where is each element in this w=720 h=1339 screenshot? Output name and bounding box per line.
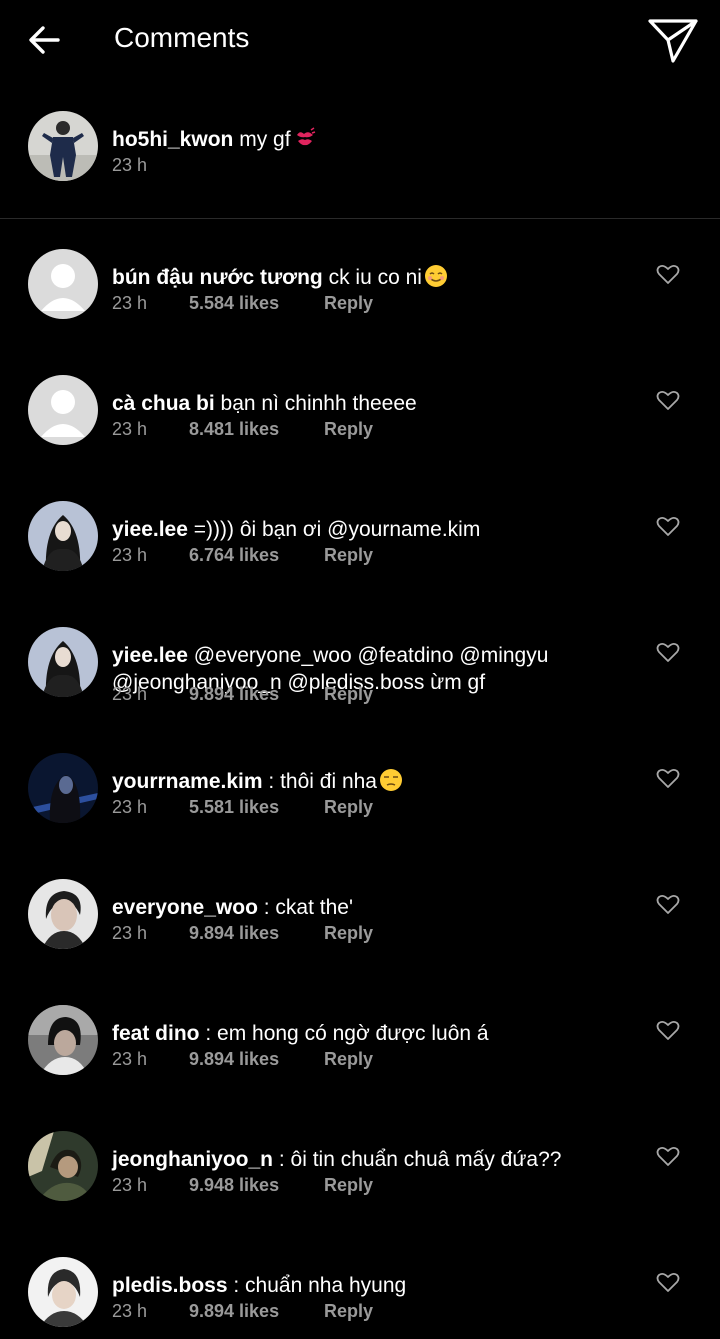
avatar[interactable] <box>28 753 98 823</box>
avatar[interactable] <box>28 1257 98 1327</box>
heart-icon[interactable] <box>655 892 681 916</box>
likes-count[interactable]: 6.764 likes <box>189 545 279 566</box>
comment-message: bạn nì chinhh theeee <box>220 392 417 415</box>
comment-text: everyone_woo : ckat the' <box>112 894 632 921</box>
reply-button[interactable]: Reply <box>324 293 373 314</box>
post-caption: ho5hi_kwon my gf 23 h <box>0 100 720 218</box>
heart-icon[interactable] <box>655 1144 681 1168</box>
comment-item: yiee.lee @everyone_woo @featdino @mingyu… <box>0 627 720 747</box>
reply-button[interactable]: Reply <box>324 545 373 566</box>
caption-username[interactable]: ho5hi_kwon <box>112 128 233 151</box>
kiss-mark-icon <box>296 127 315 146</box>
comment-message: =)))) ôi bạn ơi @yourname.kim <box>193 518 481 541</box>
comment-item: bún đậu nước tương ck iu co ni 23 h 5.58… <box>0 249 720 369</box>
comment-item: everyone_woo : ckat the' 23 h 9.894 like… <box>0 879 720 999</box>
avatar[interactable] <box>28 879 98 949</box>
comment-username[interactable]: bún đậu nước tương <box>112 266 323 289</box>
avatar[interactable] <box>28 375 98 445</box>
reply-button[interactable]: Reply <box>324 1049 373 1070</box>
comment-message: : em hong có ngờ được luôn á <box>205 1022 489 1045</box>
likes-count[interactable]: 8.481 likes <box>189 419 279 440</box>
likes-count[interactable]: 9.894 likes <box>189 684 279 705</box>
comment-item: yiee.lee =)))) ôi bạn ơi @yourname.kim 2… <box>0 501 720 621</box>
likes-count[interactable]: 9.894 likes <box>189 923 279 944</box>
reply-button[interactable]: Reply <box>324 684 373 705</box>
comment-time: 23 h <box>112 684 148 704</box>
comment-username[interactable]: jeonghaniyoo_n <box>112 1148 273 1171</box>
divider <box>0 218 720 219</box>
avatar[interactable] <box>28 249 98 319</box>
caption-message: my gf <box>239 128 291 151</box>
comment-username[interactable]: yiee.lee <box>112 518 188 541</box>
reply-button[interactable]: Reply <box>324 1175 373 1196</box>
comment-message: : chuẩn nha hyung <box>233 1274 407 1297</box>
heart-icon[interactable] <box>655 1018 681 1042</box>
unamused-face-icon <box>380 769 402 791</box>
comment-item: feat dino : em hong có ngờ được luôn á 2… <box>0 1005 720 1125</box>
comment-text: jeonghaniyoo_n : ôi tin chuẩn chuâ mấy đ… <box>112 1146 632 1173</box>
comment-username[interactable]: everyone_woo <box>112 896 258 919</box>
comment-item: yourrname.kim : thôi đi nha 23 h 5.581 l… <box>0 753 720 873</box>
reply-button[interactable]: Reply <box>324 923 373 944</box>
likes-count[interactable]: 9.948 likes <box>189 1175 279 1196</box>
comment-time: 23 h <box>112 923 148 943</box>
avatar[interactable] <box>28 111 98 181</box>
comment-username[interactable]: cà chua bi <box>112 392 215 415</box>
comment-time: 23 h <box>112 293 148 313</box>
comment-message: ck iu co ni <box>328 266 422 289</box>
comment-item: jeonghaniyoo_n : ôi tin chuẩn chuâ mấy đ… <box>0 1131 720 1251</box>
comment-time: 23 h <box>112 1049 148 1069</box>
smiling-face-icon <box>424 265 447 287</box>
comment-username[interactable]: feat dino <box>112 1022 200 1045</box>
caption-text: ho5hi_kwon my gf <box>112 126 317 152</box>
comment-message: : ôi tin chuẩn chuâ mấy đứa?? <box>278 1148 562 1171</box>
avatar[interactable] <box>28 1005 98 1075</box>
page-title: Comments <box>114 22 250 53</box>
comment-text: cà chua bi bạn nì chinhh theeee <box>112 390 632 417</box>
comment-time: 23 h <box>112 1301 148 1321</box>
likes-count[interactable]: 9.894 likes <box>189 1049 279 1070</box>
send-button[interactable] <box>646 16 700 66</box>
comment-time: 23 h <box>112 797 148 817</box>
comment-text: feat dino : em hong có ngờ được luôn á <box>112 1020 632 1047</box>
avatar[interactable] <box>28 627 98 697</box>
comment-time: 23 h <box>112 1175 148 1195</box>
likes-count[interactable]: 5.584 likes <box>189 293 279 314</box>
heart-icon[interactable] <box>655 640 681 664</box>
comment-text: pledis.boss : chuẩn nha hyung <box>112 1272 632 1299</box>
arrow-left-icon <box>29 26 60 54</box>
likes-count[interactable]: 5.581 likes <box>189 797 279 818</box>
comment-item: cà chua bi bạn nì chinhh theeee 23 h 8.4… <box>0 375 720 495</box>
comment-text: bún đậu nước tương ck iu co ni <box>112 264 632 291</box>
comment-item: pledis.boss : chuẩn nha hyung 23 h 9.894… <box>0 1257 720 1339</box>
comment-time: 23 h <box>112 545 148 565</box>
paper-plane-icon <box>648 19 698 63</box>
comment-message: : thôi đi nha <box>268 770 377 793</box>
heart-icon[interactable] <box>655 766 681 790</box>
top-bar: Comments <box>0 0 720 78</box>
heart-icon[interactable] <box>655 262 681 286</box>
comment-username[interactable]: yourrname.kim <box>112 770 263 793</box>
comment-time: 23 h <box>112 419 148 439</box>
heart-icon[interactable] <box>655 1270 681 1294</box>
avatar[interactable] <box>28 1131 98 1201</box>
reply-button[interactable]: Reply <box>324 1301 373 1322</box>
heart-icon[interactable] <box>655 514 681 538</box>
comment-text: yourrname.kim : thôi đi nha <box>112 768 632 795</box>
reply-button[interactable]: Reply <box>324 797 373 818</box>
back-button[interactable] <box>24 20 64 60</box>
reply-button[interactable]: Reply <box>324 419 373 440</box>
comment-username[interactable]: yiee.lee <box>112 644 188 667</box>
comment-message: : ckat the' <box>263 896 353 919</box>
comment-text: yiee.lee =)))) ôi bạn ơi @yourname.kim <box>112 516 632 543</box>
comment-username[interactable]: pledis.boss <box>112 1274 228 1297</box>
caption-time: 23 h <box>112 155 148 175</box>
avatar[interactable] <box>28 501 98 571</box>
likes-count[interactable]: 9.894 likes <box>189 1301 279 1322</box>
heart-icon[interactable] <box>655 388 681 412</box>
